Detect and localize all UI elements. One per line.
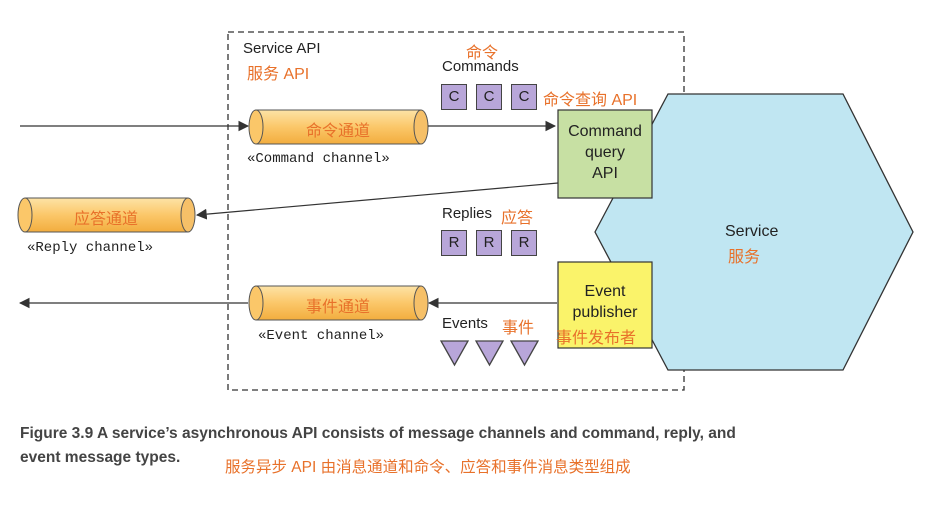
replies-label-cn: 应答 bbox=[501, 210, 534, 227]
replies-label: Replies bbox=[442, 205, 493, 222]
command-message: C bbox=[476, 84, 502, 110]
reply-channel-stereotype: «Reply channel» bbox=[27, 240, 154, 256]
command-channel-stereotype: «Command channel» bbox=[247, 151, 390, 167]
event-channel-stereotype: «Event channel» bbox=[258, 328, 385, 344]
events-label-cn: 事件 bbox=[502, 320, 535, 337]
event-message-triangle bbox=[474, 340, 505, 367]
figure-caption-line1: Figure 3.9 A service’s asynchronous API … bbox=[20, 425, 736, 442]
reply-message: R bbox=[476, 230, 502, 256]
event-channel-label-cn: 事件通道 bbox=[305, 299, 370, 316]
command-query-api-label-cn: 命令查询 API bbox=[543, 92, 638, 109]
reply-message: R bbox=[511, 230, 537, 256]
command-query-api-line2: query bbox=[584, 144, 626, 161]
command-query-api-text: Command query API bbox=[558, 121, 652, 184]
command-channel-label-cn: 命令通道 bbox=[305, 123, 370, 140]
reply-channel-label-cn: 应答通道 bbox=[73, 211, 138, 228]
service-label-cn: 服务 bbox=[728, 249, 761, 266]
event-publisher-line2: publisher bbox=[572, 304, 638, 321]
event-publisher-line1: Event bbox=[584, 283, 626, 300]
service-api-title-cn: 服务 API bbox=[247, 66, 310, 83]
events-label: Events bbox=[442, 315, 488, 332]
reply-message: R bbox=[441, 230, 467, 256]
figure-caption-cn: 服务异步 API 由消息通道和命令、应答和事件消息类型组成 bbox=[225, 459, 631, 476]
command-message: C bbox=[511, 84, 537, 110]
command-query-api-line3: API bbox=[592, 165, 618, 182]
command-query-api-line1: Command bbox=[568, 123, 642, 140]
service-label: Service bbox=[725, 223, 779, 240]
service-api-title: Service API bbox=[243, 40, 321, 57]
event-message-triangle bbox=[439, 340, 470, 367]
event-publisher-text: Event publisher bbox=[558, 281, 652, 323]
event-message-triangle bbox=[509, 340, 540, 367]
commands-label: Commands bbox=[442, 58, 519, 75]
command-message: C bbox=[441, 84, 467, 110]
event-publisher-label-cn: 事件发布者 bbox=[556, 330, 637, 347]
figure-caption-line2: event message types. bbox=[20, 449, 181, 466]
